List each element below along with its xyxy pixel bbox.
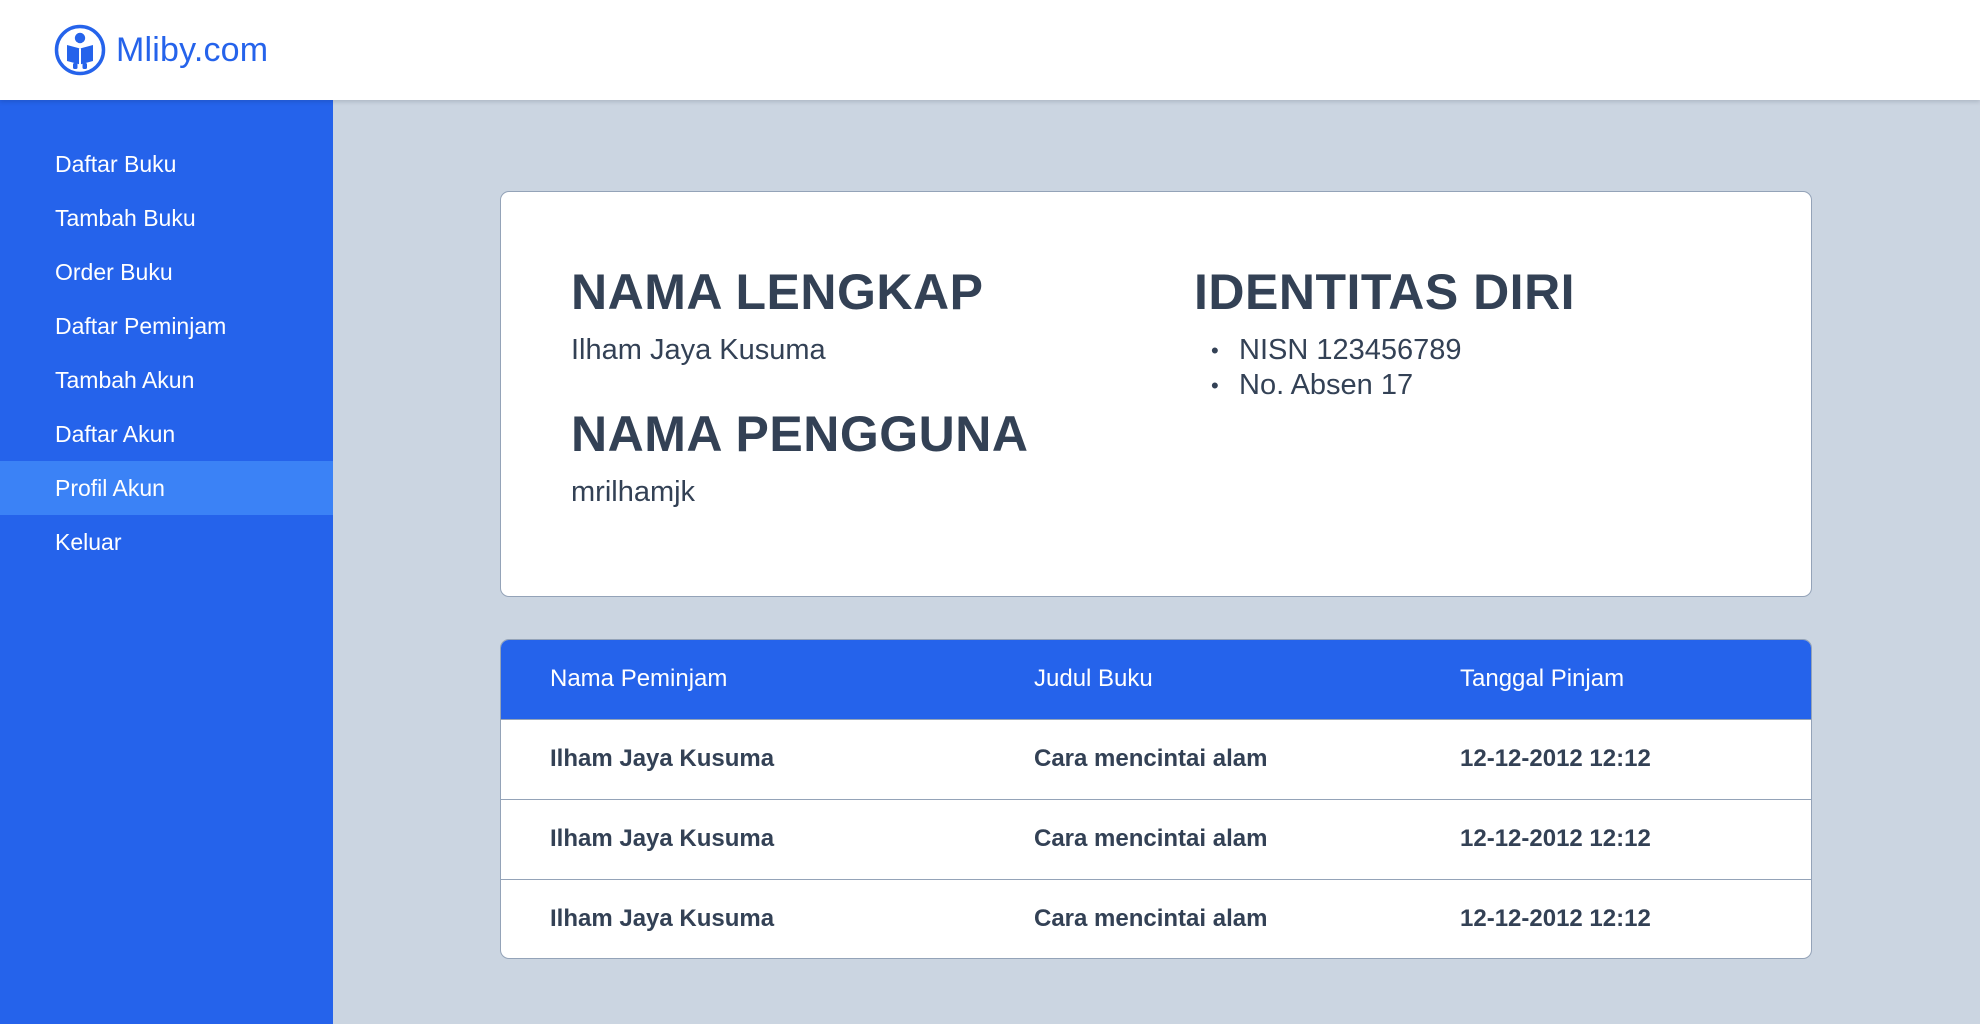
profile-identity-column: IDENTITAS DIRI NISN 123456789 No. Absen … bbox=[1194, 262, 1575, 403]
sidebar-item-daftar-peminjam[interactable]: Daftar Peminjam bbox=[0, 299, 333, 353]
table-header-row: Nama Peminjam Judul Buku Tanggal Pinjam bbox=[501, 640, 1811, 719]
sidebar-item-tambah-buku[interactable]: Tambah Buku bbox=[0, 191, 333, 245]
sidebar-item-label: Order Buku bbox=[55, 258, 173, 285]
identity-absence-number: No. Absen 17 bbox=[1194, 368, 1575, 403]
profile-names-column: NAMA LENGKAP Ilham Jaya Kusuma NAMA PENG… bbox=[571, 262, 1028, 510]
top-bar: Mliby.com bbox=[0, 0, 1980, 100]
cell-borrower: Ilham Jaya Kusuma bbox=[501, 718, 985, 799]
sidebar-item-tambah-akun[interactable]: Tambah Akun bbox=[0, 353, 333, 407]
sidebar-item-label: Daftar Akun bbox=[55, 420, 176, 447]
sidebar-item-order-buku[interactable]: Order Buku bbox=[0, 245, 333, 299]
table-row: Ilham Jaya Kusuma Cara mencintai alam 12… bbox=[501, 878, 1811, 958]
username-value: mrilhamjk bbox=[571, 476, 696, 508]
brand-logo-link[interactable]: Mliby.com bbox=[54, 24, 268, 76]
profile-card: NAMA LENGKAP Ilham Jaya Kusuma NAMA PENG… bbox=[500, 191, 1812, 597]
sidebar-item-label: Daftar Buku bbox=[55, 150, 177, 177]
identity-heading: IDENTITAS DIRI bbox=[1194, 264, 1576, 320]
sidebar: Daftar Buku Tambah Buku Order Buku Dafta… bbox=[0, 100, 333, 1024]
main-content: NAMA LENGKAP Ilham Jaya Kusuma NAMA PENG… bbox=[333, 100, 1980, 1024]
sidebar-item-keluar[interactable]: Keluar bbox=[0, 515, 333, 569]
brand-name: Mliby.com bbox=[116, 30, 269, 69]
cell-loan-date: 12-12-2012 12:12 bbox=[1411, 798, 1811, 879]
table-header: Nama Peminjam Judul Buku Tanggal Pinjam bbox=[501, 640, 1811, 719]
full-name-heading: NAMA LENGKAP bbox=[571, 264, 984, 320]
identity-list: NISN 123456789 No. Absen 17 bbox=[1194, 333, 1575, 403]
table-body: Ilham Jaya Kusuma Cara mencintai alam 12… bbox=[501, 718, 1811, 958]
sidebar-item-label: Profil Akun bbox=[55, 474, 165, 501]
cell-book-title: Cara mencintai alam bbox=[985, 798, 1411, 879]
loans-table-card: Nama Peminjam Judul Buku Tanggal Pinjam … bbox=[500, 639, 1812, 959]
full-name-value: Ilham Jaya Kusuma bbox=[571, 334, 826, 366]
identity-nisn: NISN 123456789 bbox=[1194, 333, 1575, 368]
table-row: Ilham Jaya Kusuma Cara mencintai alam 12… bbox=[501, 718, 1811, 799]
sidebar-item-label: Keluar bbox=[55, 528, 122, 555]
column-header-borrower: Nama Peminjam bbox=[550, 665, 728, 693]
column-header-book-title: Judul Buku bbox=[1034, 665, 1153, 693]
reading-person-icon bbox=[54, 24, 106, 76]
sidebar-item-label: Tambah Akun bbox=[55, 366, 195, 393]
cell-book-title: Cara mencintai alam bbox=[985, 878, 1411, 958]
sidebar-item-profil-akun[interactable]: Profil Akun bbox=[0, 461, 333, 515]
cell-loan-date: 12-12-2012 12:12 bbox=[1411, 718, 1811, 799]
cell-borrower: Ilham Jaya Kusuma bbox=[501, 798, 985, 879]
cell-borrower: Ilham Jaya Kusuma bbox=[501, 878, 985, 958]
username-heading: NAMA PENGGUNA bbox=[571, 406, 1029, 462]
table-row: Ilham Jaya Kusuma Cara mencintai alam 12… bbox=[501, 798, 1811, 879]
sidebar-menu: Daftar Buku Tambah Buku Order Buku Dafta… bbox=[0, 100, 333, 569]
cell-loan-date: 12-12-2012 12:12 bbox=[1411, 878, 1811, 958]
sidebar-item-daftar-akun[interactable]: Daftar Akun bbox=[0, 407, 333, 461]
column-header-loan-date: Tanggal Pinjam bbox=[1460, 665, 1625, 693]
loans-table: Nama Peminjam Judul Buku Tanggal Pinjam … bbox=[501, 640, 1811, 958]
sidebar-item-daftar-buku[interactable]: Daftar Buku bbox=[0, 137, 333, 191]
sidebar-item-label: Tambah Buku bbox=[55, 204, 196, 231]
sidebar-item-label: Daftar Peminjam bbox=[55, 312, 227, 339]
cell-book-title: Cara mencintai alam bbox=[985, 718, 1411, 799]
